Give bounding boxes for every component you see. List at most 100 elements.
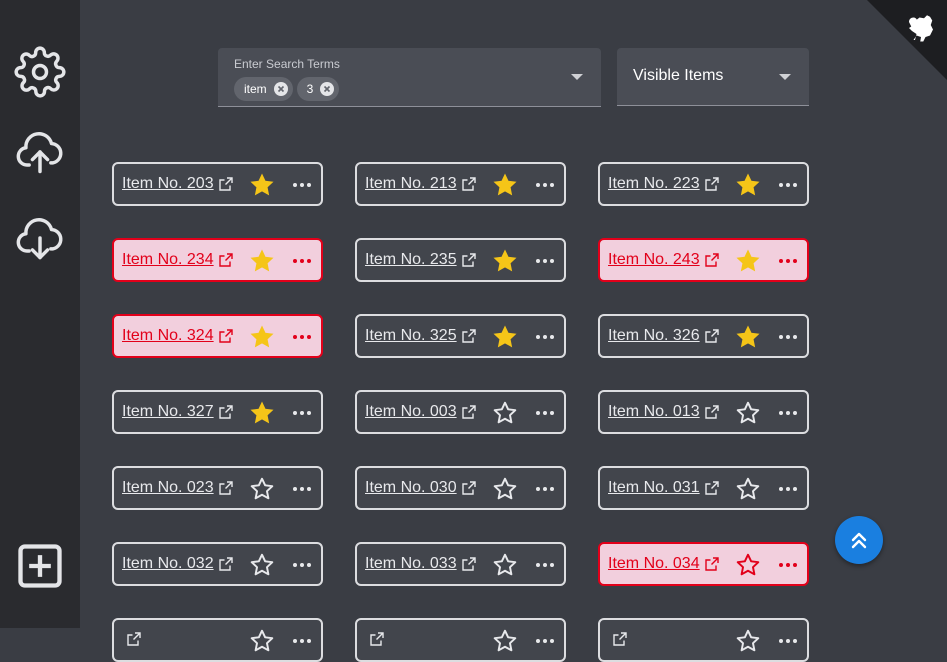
star-outline-icon[interactable] [735,552,761,578]
item-link[interactable]: Item No. 325 [365,327,477,345]
star-filled-icon[interactable] [492,248,518,274]
search-chip[interactable]: item [234,77,293,101]
more-horizontal-icon[interactable] [532,249,558,273]
item-link[interactable]: Item No. 031 [608,479,720,497]
more-horizontal-icon[interactable] [775,249,801,273]
item-link[interactable]: Item No. 013 [608,403,720,421]
star-filled-icon[interactable] [735,324,761,350]
item-label: Item No. 203 [122,175,214,192]
item-link[interactable]: Item No. 243 [608,251,720,269]
more-horizontal-icon[interactable] [532,401,558,425]
star-filled-icon[interactable] [735,172,761,198]
cloud-upload-icon [16,132,63,174]
more-horizontal-icon[interactable] [775,401,801,425]
item-label: Item No. 327 [122,403,214,420]
star-outline-icon[interactable] [735,628,761,654]
item-link[interactable]: Item No. 213 [365,175,477,193]
more-horizontal-icon[interactable] [775,477,801,501]
add-button[interactable] [14,540,66,592]
item-label: Item No. 324 [122,327,214,344]
more-horizontal-icon[interactable] [289,401,315,425]
star-filled-icon[interactable] [492,324,518,350]
item-link[interactable]: Item No. 030 [365,479,477,497]
star-filled-icon[interactable] [735,248,761,274]
more-horizontal-icon[interactable] [532,173,558,197]
more-horizontal-icon[interactable] [532,629,558,653]
more-horizontal-icon[interactable] [775,553,801,577]
download-button[interactable] [14,212,66,264]
external-link-icon [704,329,719,343]
dog-icon[interactable] [903,10,939,46]
item-label: Item No. 326 [608,327,700,344]
chip-label: 3 [306,82,314,96]
settings-button[interactable] [14,46,66,98]
star-filled-icon[interactable] [249,172,275,198]
star-filled-icon[interactable] [249,400,275,426]
external-link-icon [461,481,476,495]
more-horizontal-icon[interactable] [289,173,315,197]
select-value: Visible Items [633,67,724,84]
item-link[interactable]: Item No. 003 [365,403,477,421]
star-outline-icon[interactable] [735,400,761,426]
item-link[interactable]: Item No. 234 [122,251,234,269]
item-link[interactable]: Item No. 223 [608,175,720,193]
search-chip[interactable]: 3 [296,77,340,101]
more-horizontal-icon[interactable] [775,325,801,349]
star-outline-icon[interactable] [249,628,275,654]
item-card [598,618,809,662]
item-label: Item No. 243 [608,251,700,268]
external-link-icon [218,177,233,191]
star-outline-icon[interactable] [492,476,518,502]
star-outline-icon[interactable] [735,476,761,502]
external-link-icon [704,177,719,191]
dropdown-arrow-icon[interactable] [571,74,583,80]
item-card: Item No. 023 [112,466,323,510]
sidebar [0,0,80,628]
star-outline-icon[interactable] [492,400,518,426]
star-filled-icon[interactable] [249,248,275,274]
upload-button[interactable] [14,126,66,178]
more-horizontal-icon[interactable] [289,553,315,577]
item-link[interactable] [608,631,628,647]
search-label: Enter Search Terms [234,57,340,71]
visible-items-select[interactable]: Visible Items [617,48,809,106]
more-horizontal-icon[interactable] [532,477,558,501]
more-horizontal-icon[interactable] [775,173,801,197]
more-horizontal-icon[interactable] [289,477,315,501]
star-outline-icon[interactable] [492,628,518,654]
search-field[interactable]: Enter Search Terms item 3 [218,48,601,107]
star-outline-icon[interactable] [249,552,275,578]
item-link[interactable]: Item No. 326 [608,327,720,345]
star-filled-icon[interactable] [492,172,518,198]
item-link[interactable]: Item No. 034 [608,555,720,573]
item-link[interactable]: Item No. 327 [122,403,234,421]
external-link-icon [218,481,233,495]
more-horizontal-icon[interactable] [775,629,801,653]
more-horizontal-icon[interactable] [289,249,315,273]
more-horizontal-icon[interactable] [289,629,315,653]
external-link-icon [218,405,233,419]
item-link[interactable]: Item No. 235 [365,251,477,269]
scroll-to-top-button[interactable] [835,516,883,564]
item-link[interactable] [122,631,142,647]
item-link[interactable]: Item No. 203 [122,175,234,193]
item-link[interactable]: Item No. 324 [122,327,234,345]
external-link-icon [461,405,476,419]
item-card: Item No. 234 [112,238,323,282]
item-link[interactable] [365,631,385,647]
item-label: Item No. 235 [365,251,457,268]
star-outline-icon[interactable] [492,552,518,578]
item-label: Item No. 032 [122,555,214,572]
close-circle-icon[interactable] [273,81,289,97]
more-horizontal-icon[interactable] [532,553,558,577]
item-link[interactable]: Item No. 023 [122,479,234,497]
gear-icon [14,46,66,98]
more-horizontal-icon[interactable] [289,325,315,349]
item-link[interactable]: Item No. 032 [122,555,234,573]
more-horizontal-icon[interactable] [532,325,558,349]
star-filled-icon[interactable] [249,324,275,350]
star-outline-icon[interactable] [249,476,275,502]
item-card: Item No. 325 [355,314,566,358]
item-link[interactable]: Item No. 033 [365,555,477,573]
close-circle-icon[interactable] [319,81,335,97]
